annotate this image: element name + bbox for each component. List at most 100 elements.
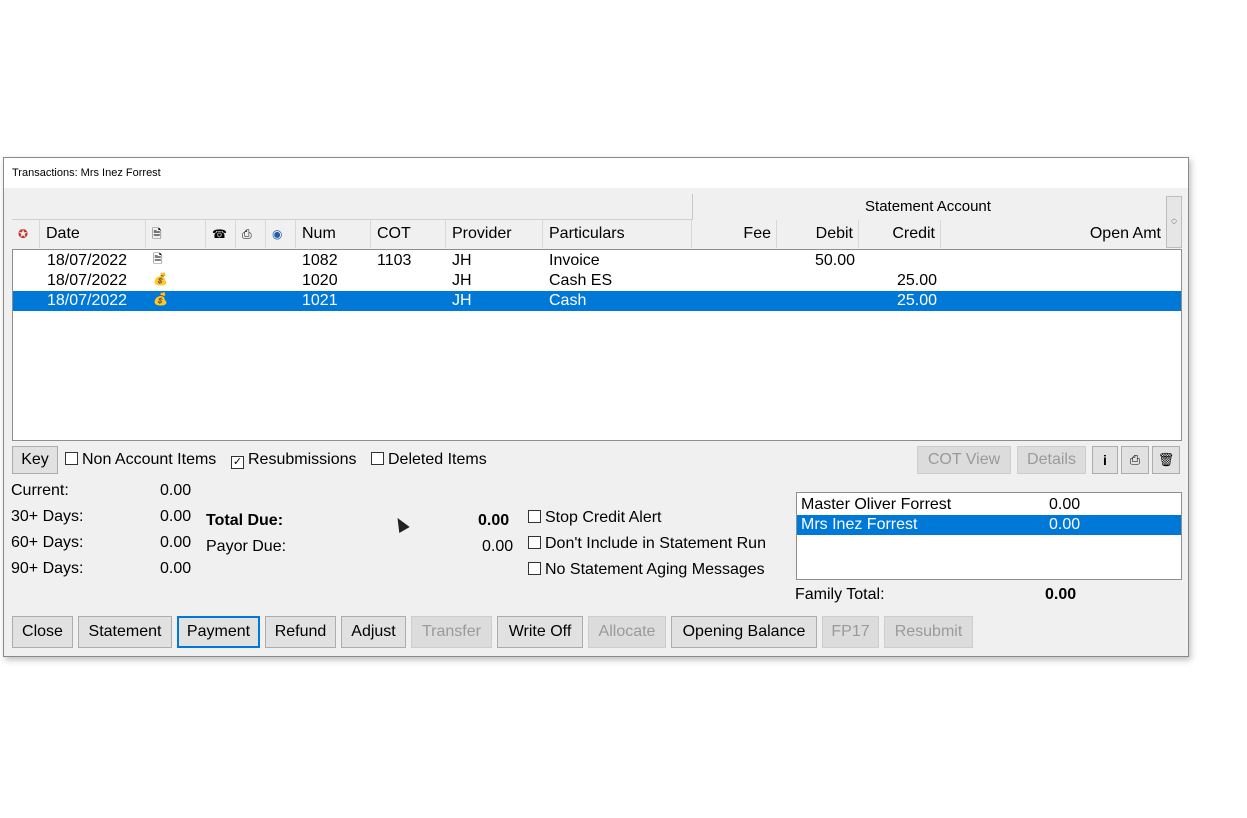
cash-icon: 💰 xyxy=(153,292,168,306)
column-date[interactable]: Date xyxy=(40,220,146,248)
family-members-list[interactable]: Master Oliver Forrest 0.00 Mrs Inez Forr… xyxy=(796,492,1182,580)
checkbox-box xyxy=(65,452,78,465)
member-amount: 0.00 xyxy=(1049,516,1081,533)
row-particulars: Invoice xyxy=(549,252,600,269)
column-credit[interactable]: Credit xyxy=(859,220,941,248)
fp17-button[interactable]: FP17 xyxy=(822,616,879,648)
transfer-button[interactable]: Transfer xyxy=(411,616,492,648)
write-off-button[interactable]: Write Off xyxy=(497,616,583,648)
web-icon: ◉ xyxy=(272,227,283,241)
column-header-row: ✪ Date 🗎 ☎ ⎙ ◉ Num COT Provider Particul… xyxy=(12,220,1166,248)
web-icon-column[interactable]: ◉ xyxy=(266,220,296,248)
resubmit-button[interactable]: Resubmit xyxy=(884,616,973,648)
90-days-value: 0.00 xyxy=(160,560,192,577)
resubmissions-checkbox[interactable]: ✓ Resubmissions xyxy=(231,450,356,470)
title-bar: Transactions: Mrs Inez Forrest xyxy=(4,158,1188,188)
table-row[interactable]: 18/07/2022 💰 1020 JH Cash ES 25.00 xyxy=(13,271,1181,291)
checkbox-label: Resubmissions xyxy=(248,451,357,468)
checkbox-box xyxy=(528,562,541,575)
non-account-items-checkbox[interactable]: Non Account Items xyxy=(65,450,216,470)
column-fee[interactable]: Fee xyxy=(692,220,777,248)
total-due-label: Total Due: xyxy=(206,512,284,529)
transactions-grid[interactable]: 18/07/2022 🗎 1082 1103 JH Invoice 50.00 … xyxy=(12,249,1182,441)
printer-icon-column[interactable]: ⎙ xyxy=(236,220,266,248)
table-row[interactable]: 18/07/2022 🗎 1082 1103 JH Invoice 50.00 xyxy=(13,251,1181,271)
column-num[interactable]: Num xyxy=(296,220,371,248)
row-debit: 50.00 xyxy=(814,252,855,269)
checkbox-label: Don't Include in Statement Run xyxy=(545,535,766,552)
info-icon: i xyxy=(1103,452,1107,468)
row-provider: JH xyxy=(452,252,472,269)
payor-due-value: 0.00 xyxy=(482,538,514,555)
column-particulars[interactable]: Particulars xyxy=(543,220,692,248)
statement-button[interactable]: Statement xyxy=(78,616,172,648)
current-label: Current: xyxy=(11,482,69,499)
checkbox-label: Deleted Items xyxy=(388,451,487,468)
phone-icon: ☎ xyxy=(212,227,227,241)
column-debit[interactable]: Debit xyxy=(777,220,859,248)
key-button[interactable]: Key xyxy=(12,446,58,474)
30-days-label: 30+ Days: xyxy=(11,508,84,525)
row-num: 1021 xyxy=(302,292,338,309)
opening-balance-button[interactable]: Opening Balance xyxy=(671,616,817,648)
checkbox-box xyxy=(371,452,384,465)
row-particulars: Cash ES xyxy=(549,272,613,289)
status-icon: ✪ xyxy=(18,227,29,241)
no-aging-messages-checkbox[interactable]: No Statement Aging Messages xyxy=(528,560,765,580)
checkbox-box xyxy=(528,536,541,549)
row-credit: 25.00 xyxy=(896,272,937,289)
family-total-label: Family Total: xyxy=(795,586,885,603)
column-cot[interactable]: COT xyxy=(371,220,446,248)
payment-button[interactable]: Payment xyxy=(177,616,260,648)
check-icon: ✓ xyxy=(231,456,244,469)
row-credit xyxy=(860,251,937,271)
row-date: 18/07/2022 xyxy=(47,292,128,309)
row-credit: 25.00 xyxy=(896,292,937,309)
row-date: 18/07/2022 xyxy=(47,272,128,289)
dont-include-statement-checkbox[interactable]: Don't Include in Statement Run xyxy=(528,534,766,554)
list-item-selected[interactable]: Mrs Inez Forrest 0.00 xyxy=(797,515,1181,535)
member-amount: 0.00 xyxy=(1049,496,1081,513)
90-days-label: 90+ Days: xyxy=(11,560,84,577)
column-open-amt[interactable]: Open Amt xyxy=(941,220,1166,248)
member-name: Mrs Inez Forrest xyxy=(801,516,918,533)
printer-icon: ⎙ xyxy=(242,227,252,241)
window-title: Transactions: Mrs Inez Forrest xyxy=(12,167,161,179)
checkbox-box xyxy=(528,510,541,523)
adjust-button[interactable]: Adjust xyxy=(341,616,406,648)
allocate-button[interactable]: Allocate xyxy=(588,616,666,648)
printer-icon: ⎙ xyxy=(1129,452,1141,467)
close-button[interactable]: Close xyxy=(12,616,73,648)
column-provider[interactable]: Provider xyxy=(446,220,543,248)
table-row-selected[interactable]: 18/07/2022 💰 1021 JH Cash 25.00 xyxy=(13,291,1181,311)
row-provider: JH xyxy=(452,292,472,309)
60-days-value: 0.00 xyxy=(160,534,192,551)
document-icon-column[interactable]: 🗎 xyxy=(146,220,206,248)
refund-button[interactable]: Refund xyxy=(265,616,336,648)
checkbox-label: Non Account Items xyxy=(82,451,217,468)
stop-credit-alert-checkbox[interactable]: Stop Credit Alert xyxy=(528,508,662,528)
status-icon-column[interactable]: ✪ xyxy=(12,220,40,248)
total-due-value: 0.00 xyxy=(478,512,510,529)
cash-icon: 💰 xyxy=(153,272,168,286)
print-button[interactable]: ⎙ xyxy=(1121,446,1149,474)
checkbox-label: Stop Credit Alert xyxy=(545,509,662,526)
document-icon: 🗎 xyxy=(153,252,163,266)
document-icon: 🗎 xyxy=(152,227,162,241)
column-chooser-button[interactable]: ◌ xyxy=(1166,196,1182,248)
30-days-value: 0.00 xyxy=(160,508,192,525)
60-days-label: 60+ Days: xyxy=(11,534,84,551)
cot-view-button[interactable]: COT View xyxy=(917,446,1011,474)
delete-button[interactable]: 🗑 xyxy=(1152,446,1180,474)
row-cot: 1103 xyxy=(377,252,412,269)
row-provider: JH xyxy=(452,272,472,289)
details-button[interactable]: Details xyxy=(1017,446,1086,474)
current-value: 0.00 xyxy=(160,482,192,499)
phone-icon-column[interactable]: ☎ xyxy=(206,220,236,248)
family-total-value: 0.00 xyxy=(1045,586,1077,603)
info-button[interactable]: i xyxy=(1092,446,1118,474)
list-item[interactable]: Master Oliver Forrest 0.00 xyxy=(797,495,1181,515)
payor-due-label: Payor Due: xyxy=(206,538,287,555)
trash-icon: 🗑 xyxy=(1157,452,1175,467)
deleted-items-checkbox[interactable]: Deleted Items xyxy=(371,450,487,470)
